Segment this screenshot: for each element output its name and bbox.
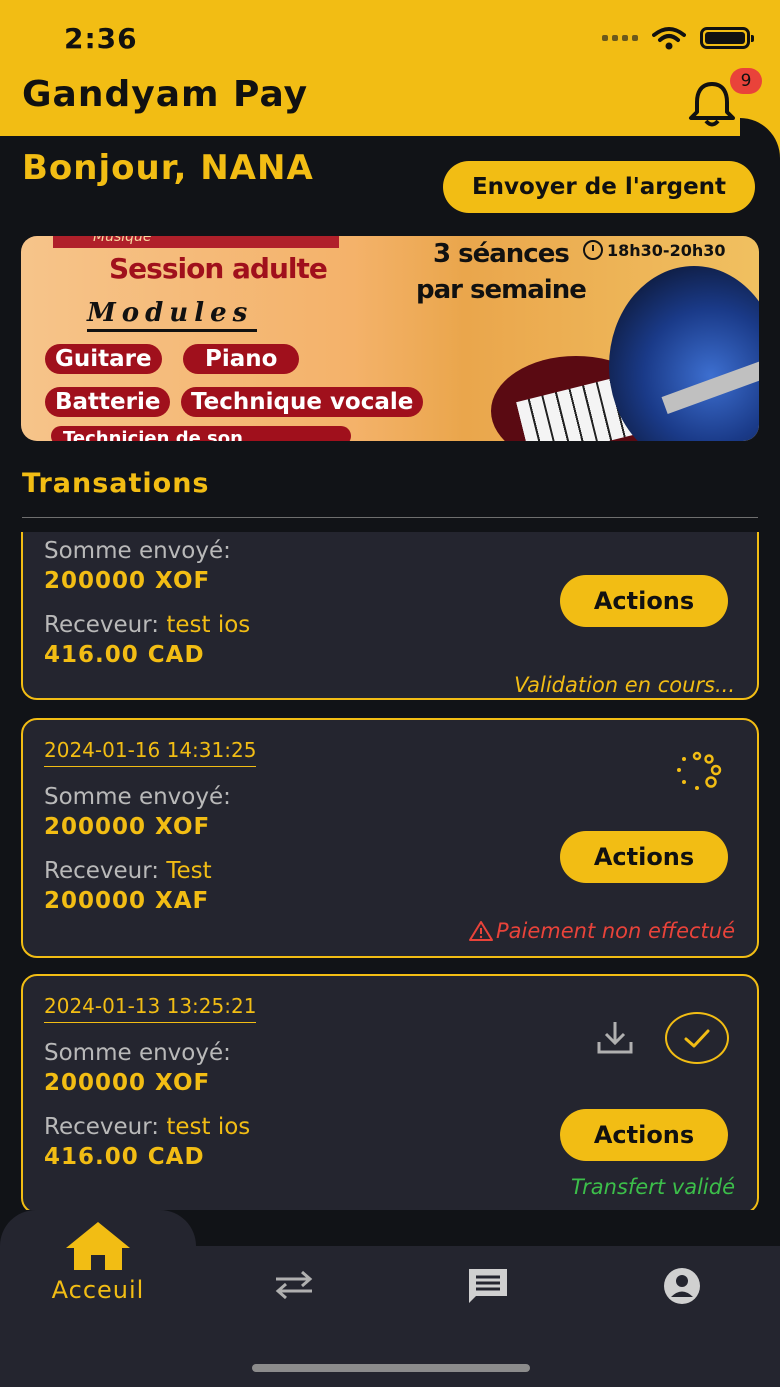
banner-top-strip: Musique (53, 236, 339, 248)
banner-hours-text: 18h30-20h30 (607, 240, 726, 260)
receiver-label: Receveur: (44, 612, 160, 638)
transfer-icon (275, 1270, 313, 1300)
battery-icon (700, 27, 754, 49)
received-amount: 416.00 CAD (44, 642, 205, 668)
promo-banner[interactable]: Musique Session adulte Modules Guitare P… (21, 236, 759, 441)
signal-icon (602, 35, 638, 41)
wifi-icon (652, 27, 686, 50)
sent-label: Somme envoyé: (44, 784, 231, 810)
receiver-line: Receveur: test ios (44, 1114, 250, 1140)
transaction-card[interactable]: 2024-01-16 14:31:25 Somme envoyé: 200000… (21, 718, 759, 958)
download-icon[interactable] (595, 1018, 635, 1058)
clock-icon (583, 240, 603, 260)
greeting: Bonjour, NANA (22, 148, 314, 188)
message-icon (469, 1269, 507, 1303)
transaction-card[interactable]: Somme envoyé: 200000 XOF Receveur: test … (21, 532, 759, 700)
status-text: Validation en cours... (514, 673, 735, 697)
receiver-name: Test (166, 858, 212, 884)
nav-transfer[interactable] (196, 1270, 392, 1370)
status-text: Transfert validé (570, 1175, 735, 1199)
app-title: Gandyam Pay (22, 74, 309, 115)
account-icon (664, 1268, 700, 1304)
bell-icon[interactable] (686, 80, 738, 128)
section-divider (22, 517, 758, 518)
banner-pill-guitare: Guitare (45, 344, 162, 374)
sent-label: Somme envoyé: (44, 538, 231, 564)
home-indicator (252, 1364, 530, 1372)
receiver-label: Receveur: (44, 1114, 160, 1140)
check-icon (665, 1012, 729, 1064)
banner-modules: Modules (87, 298, 258, 332)
transactions-title: Transations (22, 468, 210, 499)
banner-seances-line2: par semaine (416, 275, 587, 305)
received-amount: 200000 XAF (44, 888, 210, 914)
app-header: 2:36 Gandyam Pay (0, 0, 780, 136)
banner-session: Session adulte (109, 252, 328, 285)
banner-pill-piano: Piano (183, 344, 300, 374)
nav-profile[interactable] (584, 1266, 780, 1366)
banner-seances-line1: 3 séances (433, 239, 570, 269)
status-text: Paiement non effectué (495, 919, 735, 943)
receiver-label: Receveur: (44, 858, 160, 884)
nav-home[interactable]: Acceuil (0, 1220, 196, 1320)
transaction-date: 2024-01-13 13:25:21 (44, 994, 257, 1023)
banner-hours: 18h30-20h30 (583, 240, 725, 260)
nav-messages[interactable] (390, 1266, 586, 1366)
warning-icon (468, 921, 493, 941)
sent-amount: 200000 XOF (44, 568, 211, 594)
received-amount: 416.00 CAD (44, 1144, 205, 1170)
nav-home-label: Acceuil (51, 1276, 145, 1304)
sent-amount: 200000 XOF (44, 814, 211, 840)
receiver-line: Receveur: Test (44, 858, 212, 884)
actions-button[interactable]: Actions (560, 1109, 728, 1161)
receiver-line: Receveur: test ios (44, 612, 250, 638)
actions-button[interactable]: Actions (560, 575, 728, 627)
banner-pill-vocale: Technique vocale (181, 387, 424, 417)
notification-badge: 9 (730, 68, 762, 94)
transaction-card[interactable]: 2024-01-13 13:25:21 Somme envoyé: 200000… (21, 974, 759, 1212)
actions-button[interactable]: Actions (560, 831, 728, 883)
status-time: 2:36 (64, 22, 138, 55)
banner-seances: 3 séances par semaine (416, 236, 587, 308)
receiver-name: test ios (166, 1114, 251, 1140)
banner-top-text: Musique (93, 236, 152, 245)
banner-partial-text: Technicien de son (51, 426, 351, 441)
sent-label: Somme envoyé: (44, 1040, 231, 1066)
transactions-list[interactable]: Somme envoyé: 200000 XOF Receveur: test … (0, 532, 780, 1212)
send-money-button[interactable]: Envoyer de l'argent (443, 161, 755, 213)
home-icon (66, 1222, 130, 1270)
guitar-image (609, 266, 759, 441)
status-line: Paiement non effectué (468, 919, 735, 943)
transaction-date: 2024-01-16 14:31:25 (44, 738, 257, 767)
status-icons (602, 26, 754, 50)
sent-amount: 200000 XOF (44, 1070, 211, 1096)
banner-pill-batterie: Batterie (45, 387, 171, 417)
spinner-icon (677, 751, 722, 790)
receiver-name: test ios (166, 612, 251, 638)
header-corner (740, 118, 780, 158)
